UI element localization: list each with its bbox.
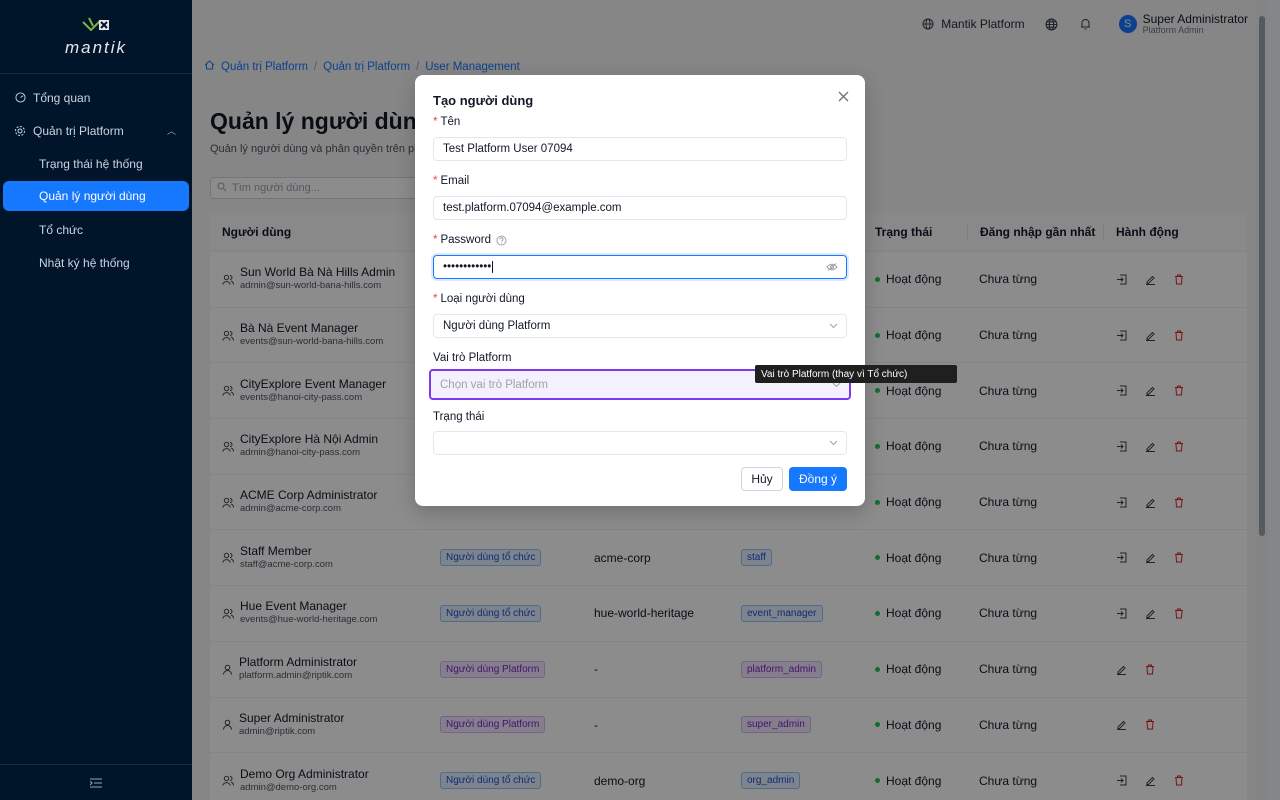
collapse-sidebar-button[interactable] <box>0 764 192 800</box>
name-value: Test Platform User 07094 <box>443 143 573 155</box>
email-value: test.platform.07094@example.com <box>443 202 622 214</box>
status-label: Trạng thái <box>433 411 485 423</box>
ok-button[interactable]: Đồng ý <box>789 467 847 491</box>
chevron-down-icon <box>829 440 838 446</box>
name-label: * Tên <box>433 116 461 128</box>
create-user-modal: Tạo người dùng * Tên Test Platform User 0… <box>415 75 865 506</box>
status-select[interactable] <box>433 431 847 455</box>
logo: mantik <box>0 0 192 74</box>
tooltip: Vai trò Platform (thay vì Tổ chức) <box>755 365 957 383</box>
sidebar-item-label: Tổ chức <box>39 222 84 237</box>
password-value: •••••••••••• <box>443 261 492 273</box>
chevron-down-icon <box>829 323 838 329</box>
name-field[interactable]: Test Platform User 07094 <box>433 137 847 161</box>
logo-text: mantik <box>64 37 128 57</box>
menu-fold-icon <box>90 778 102 787</box>
sidebar-item-label: Tổng quan <box>33 90 91 105</box>
chevron-up-icon: ︿ <box>166 126 176 136</box>
sidebar-item-system-status[interactable]: Trạng thái hệ thống <box>0 147 192 180</box>
sidebar-item-label: Quản trị Platform <box>33 123 124 138</box>
password-field[interactable]: •••••••••••• <box>433 255 847 279</box>
password-label: * Password <box>433 234 507 246</box>
question-circle-icon[interactable] <box>496 235 507 246</box>
dashboard-icon <box>14 92 26 104</box>
cancel-button[interactable]: Hủy <box>741 467 783 491</box>
sidebar-item-platform-admin[interactable]: Quản trị Platform ︿ <box>0 114 192 147</box>
logo-mark-icon <box>82 17 109 31</box>
user-type-label: * Loại người dùng <box>433 293 525 305</box>
sidebar-item-user-management[interactable]: Quản lý người dùng <box>3 181 189 211</box>
sidebar-nav: Tổng quan Quản trị Platform ︿ Trạng thái… <box>0 74 192 279</box>
close-button[interactable] <box>835 88 851 104</box>
platform-role-placeholder: Chọn vai trò Platform <box>440 378 549 391</box>
sidebar: mantik Tổng quan Quản trị Platform ︿ Trạ… <box>0 0 192 800</box>
eye-invisible-icon[interactable] <box>826 263 838 272</box>
gear-icon <box>14 125 26 137</box>
sidebar-item-label: Nhật ký hệ thống <box>39 255 130 270</box>
user-type-select[interactable]: Người dùng Platform <box>433 314 847 338</box>
email-field[interactable]: test.platform.07094@example.com <box>433 196 847 220</box>
close-icon <box>838 91 848 101</box>
modal-title: Tạo người dùng <box>433 93 534 108</box>
sidebar-item-label: Trạng thái hệ thống <box>39 156 143 171</box>
user-type-value: Người dùng Platform <box>443 320 551 332</box>
sidebar-item-label: Quản lý người dùng <box>39 189 146 203</box>
sidebar-item-overview[interactable]: Tổng quan <box>0 81 192 114</box>
email-label: * Email <box>433 175 470 187</box>
sidebar-item-organizations[interactable]: Tổ chức <box>0 213 192 246</box>
platform-role-label: Vai trò Platform <box>433 352 512 364</box>
sidebar-item-system-log[interactable]: Nhật ký hệ thống <box>0 246 192 279</box>
